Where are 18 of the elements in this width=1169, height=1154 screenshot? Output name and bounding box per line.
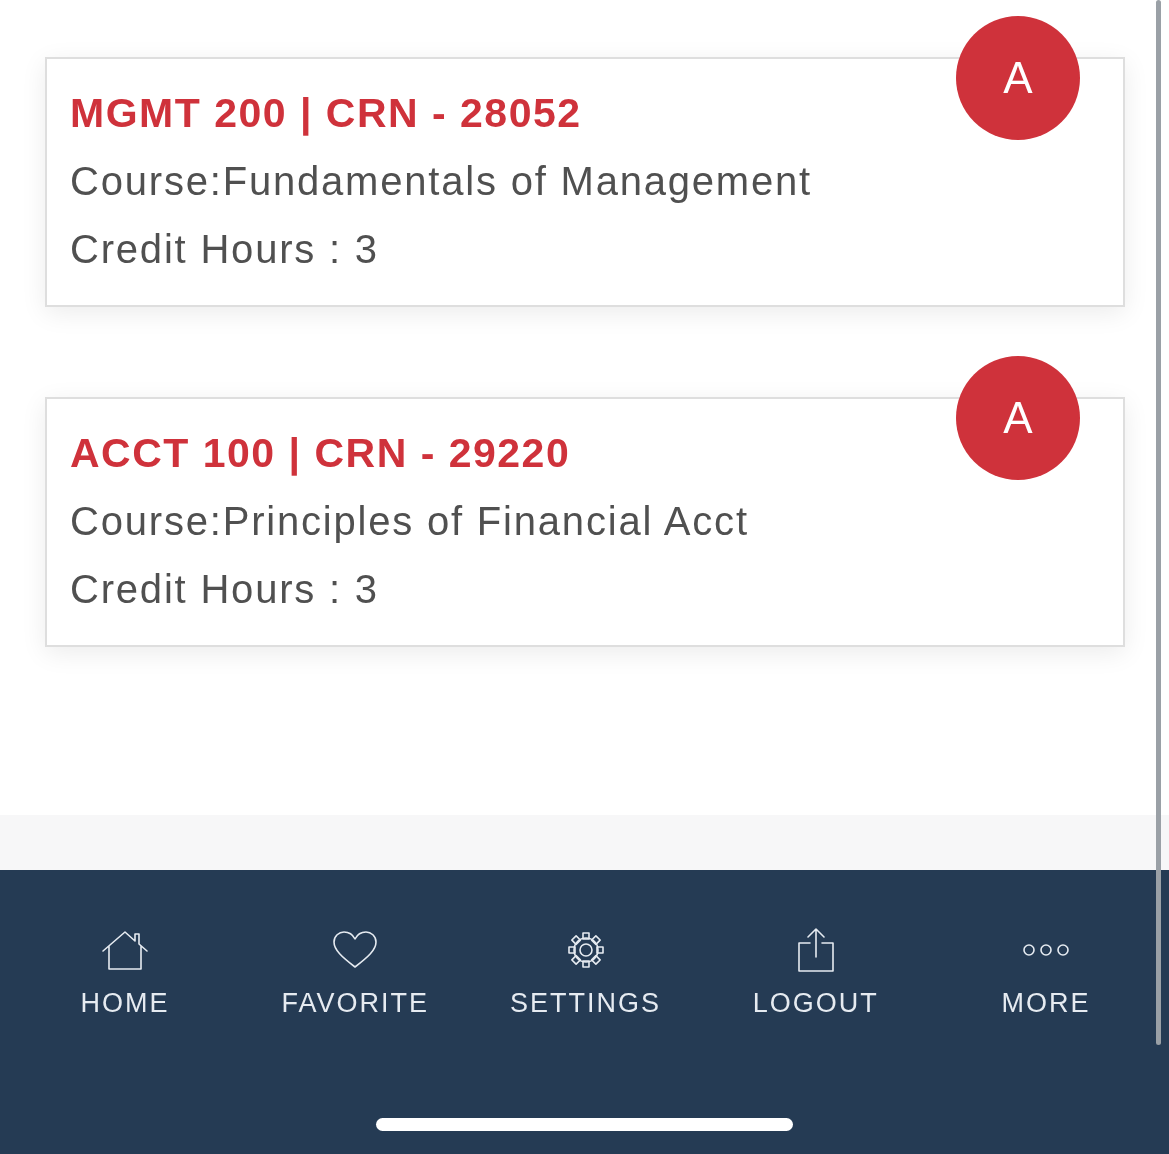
tab-bar-item[interactable]: MORE xyxy=(961,926,1131,1019)
tab-bar-item[interactable]: HOME xyxy=(40,926,210,1019)
more-icon xyxy=(1022,943,1070,957)
share-icon xyxy=(795,927,836,973)
course-code: ACCT 100 | CRN - 29220 xyxy=(70,429,572,478)
course-name: Course:Fundamentals of Management xyxy=(70,158,813,205)
grade-badge: A xyxy=(956,356,1080,480)
credit-hours: Credit Hours : 3 xyxy=(70,226,380,273)
home-icon xyxy=(101,929,149,971)
credit-hours: Credit Hours : 3 xyxy=(70,566,380,613)
tab-bar-item[interactable]: FAVORITE xyxy=(270,926,441,1019)
grade-badge: A xyxy=(956,16,1080,140)
tab-bar-item[interactable]: LOGOUT xyxy=(730,926,901,1019)
course-code: MGMT 200 | CRN - 28052 xyxy=(70,89,583,138)
heart-icon xyxy=(332,930,379,970)
tab-bar-item[interactable]: SETTINGS xyxy=(500,926,671,1019)
settings-icon xyxy=(566,931,605,969)
course-name: Course:Principles of Financial Acct xyxy=(70,498,750,545)
